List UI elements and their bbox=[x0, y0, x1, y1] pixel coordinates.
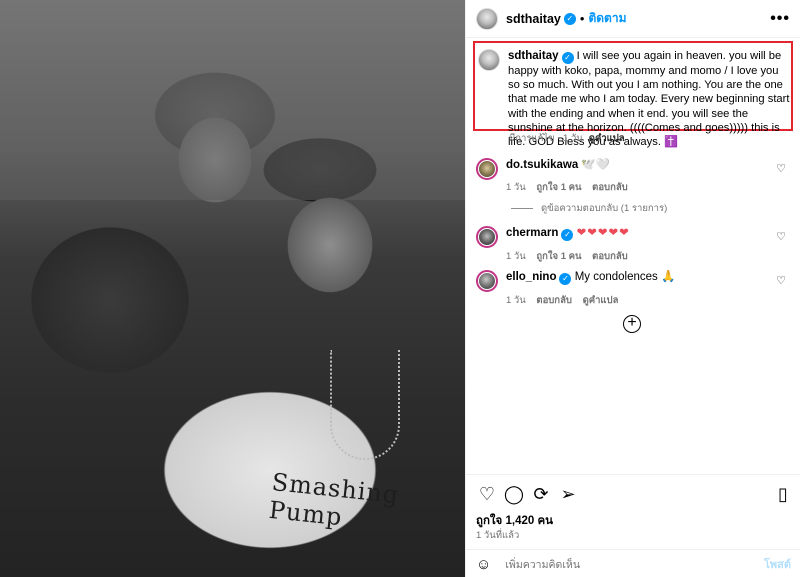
comment-body: chermarn ✓ ❤❤❤❤❤ 1 วัน ถูกใจ 1 คน ตอบกลับ bbox=[506, 226, 794, 264]
repost-icon[interactable]: ⟳ bbox=[530, 483, 552, 505]
comment-username[interactable]: chermarn bbox=[506, 227, 558, 239]
send-icon[interactable]: ➢ bbox=[557, 483, 579, 505]
post-side-panel: sdthaitay ✓ • ติดตาม ••• sdthaitay ✓ I wi… bbox=[465, 0, 800, 577]
owner-username[interactable]: sdthaitay bbox=[506, 12, 561, 26]
comment-username[interactable]: do.tsukikawa bbox=[506, 159, 578, 171]
comment-likes[interactable]: ถูกใจ 1 คน bbox=[536, 251, 581, 262]
post-comment-button[interactable]: โพสต์ bbox=[764, 555, 791, 573]
comment-line: ello_nino ✓ My condolences 🙏 bbox=[506, 270, 794, 285]
more-options-icon[interactable]: ••• bbox=[770, 10, 790, 28]
action-icons: ♡ ◯ ⟳ ➢ ▯ bbox=[476, 483, 794, 505]
separator-dot: • bbox=[579, 11, 585, 26]
comment-like-heart-icon[interactable]: ♡ bbox=[776, 230, 786, 243]
post-header: sdthaitay ✓ • ติดตาม ••• bbox=[466, 0, 800, 38]
caption-edited-time: มีการแก้ไข · 1 วัน bbox=[509, 133, 583, 144]
post-photo[interactable]: Smashing Pump bbox=[0, 0, 465, 577]
reply-button[interactable]: ตอบกลับ bbox=[592, 251, 628, 262]
post-time: 1 วันที่แล้ว bbox=[476, 530, 520, 541]
comment-translate-link[interactable]: ดูคำแปล bbox=[583, 295, 619, 306]
verified-badge-icon: ✓ bbox=[561, 52, 574, 64]
commenter-avatar[interactable] bbox=[476, 270, 498, 292]
comment-item: chermarn ✓ ❤❤❤❤❤ 1 วัน ถูกใจ 1 คน ตอบกลับ… bbox=[476, 226, 794, 264]
comment-time: 1 วัน bbox=[506, 251, 526, 262]
comment-time: 1 วัน bbox=[506, 182, 526, 193]
comment-icon[interactable]: ◯ bbox=[503, 483, 525, 505]
caption-avatar[interactable] bbox=[478, 49, 500, 71]
comment-text: 🕊️🤍 bbox=[581, 159, 611, 171]
comment-time: 1 วัน bbox=[506, 295, 526, 306]
caption-username[interactable]: sdthaitay bbox=[508, 50, 559, 62]
plus-circle-icon[interactable]: + bbox=[623, 315, 641, 333]
comment-line: do.tsukikawa 🕊️🤍 bbox=[506, 158, 794, 172]
instagram-post-view: Smashing Pump sdthaitay ✓ • ติดตาม ••• s… bbox=[0, 0, 800, 577]
comment-item: do.tsukikawa 🕊️🤍 1 วัน ถูกใจ 1 คน ตอบกลั… bbox=[476, 158, 794, 195]
view-replies[interactable]: ดูข้อความตอบกลับ (1 รายการ) bbox=[511, 201, 667, 216]
follow-button[interactable]: ติดตาม bbox=[588, 9, 626, 28]
caption-meta: มีการแก้ไข · 1 วัน ดูคำแปล bbox=[509, 131, 625, 146]
comment-like-heart-icon[interactable]: ♡ bbox=[776, 274, 786, 287]
view-replies-label[interactable]: ดูข้อความตอบกลับ (1 รายการ) bbox=[541, 201, 667, 216]
commenter-avatar[interactable] bbox=[476, 226, 498, 248]
comment-likes[interactable]: ถูกใจ 1 คน bbox=[536, 182, 581, 193]
comment-item: ello_nino ✓ My condolences 🙏 1 วัน ตอบกลั… bbox=[476, 270, 794, 308]
comment-like-heart-icon[interactable]: ♡ bbox=[776, 162, 786, 175]
verified-badge-icon: ✓ bbox=[563, 12, 576, 25]
owner-avatar[interactable] bbox=[476, 7, 498, 30]
post-actions: ♡ ◯ ⟳ ➢ ▯ ถูกใจ 1,420 คน 1 วันที่แล้ว ☺ … bbox=[466, 474, 800, 577]
reply-button[interactable]: ตอบกลับ bbox=[592, 182, 628, 193]
shirt-print: Smashing Pump bbox=[267, 467, 401, 532]
heart-icon[interactable]: ♡ bbox=[476, 483, 498, 505]
comment-text: ❤❤❤❤❤ bbox=[576, 227, 630, 239]
verified-badge-icon: ✓ bbox=[559, 273, 572, 285]
comment-username[interactable]: ello_nino bbox=[506, 271, 556, 283]
verified-badge-icon: ✓ bbox=[561, 229, 574, 241]
comment-body: ello_nino ✓ My condolences 🙏 1 วัน ตอบกลั… bbox=[506, 270, 794, 308]
replies-divider bbox=[511, 208, 533, 209]
commenter-avatar[interactable] bbox=[476, 158, 498, 180]
caption-translate-link[interactable]: ดูคำแปล bbox=[589, 133, 625, 144]
comment-meta: 1 วัน ตอบกลับ ดูคำแปล bbox=[506, 293, 794, 308]
comment-input[interactable]: เพิ่มความคิดเห็น bbox=[505, 556, 580, 573]
comment-line: chermarn ✓ ❤❤❤❤❤ bbox=[506, 226, 794, 241]
bookmark-icon[interactable]: ▯ bbox=[772, 483, 794, 505]
comment-meta: 1 วัน ถูกใจ 1 คน ตอบกลับ bbox=[506, 249, 794, 264]
photo-background bbox=[0, 0, 465, 200]
photo-chain bbox=[330, 350, 400, 460]
comment-text: My condolences 🙏 bbox=[574, 271, 676, 283]
comment-meta: 1 วัน ถูกใจ 1 คน ตอบกลับ bbox=[506, 180, 794, 195]
comment-body: do.tsukikawa 🕊️🤍 1 วัน ถูกใจ 1 คน ตอบกลั… bbox=[506, 158, 794, 195]
reply-button[interactable]: ตอบกลับ bbox=[536, 295, 572, 306]
emoji-icon[interactable]: ☺ bbox=[476, 556, 491, 573]
add-comment-bar: ☺ เพิ่มความคิดเห็น โพสต์ bbox=[466, 549, 800, 577]
